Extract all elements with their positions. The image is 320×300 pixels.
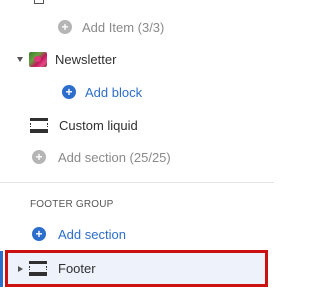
block-icon	[34, 0, 44, 4]
section-newsletter[interactable]: Newsletter	[17, 46, 116, 72]
section-footer[interactable]: Footer	[5, 250, 268, 287]
add-section-label: Add section	[58, 226, 126, 242]
plus-circle-icon: +	[32, 227, 46, 241]
section-custom-liquid-label: Custom liquid	[59, 117, 138, 133]
add-item-label: Add Item (3/3)	[82, 19, 165, 35]
add-section-button-template[interactable]: + Add section (25/25)	[32, 144, 171, 170]
add-section-button-footer-group[interactable]: + Add section	[32, 221, 126, 247]
add-item-button[interactable]: + Add Item (3/3)	[58, 14, 164, 40]
section-newsletter-label: Newsletter	[55, 51, 117, 67]
selected-accent	[0, 251, 3, 287]
section-block-icon	[29, 261, 47, 276]
plus-circle-icon: +	[58, 20, 72, 34]
collapse-caret-icon[interactable]	[17, 56, 23, 62]
plus-circle-icon: +	[62, 85, 76, 99]
divider	[0, 182, 274, 183]
image-thumbnail-icon	[29, 51, 47, 67]
footer-group-heading: FOOTER GROUP	[30, 199, 114, 210]
expand-caret-icon[interactable]	[18, 265, 23, 272]
section-footer-label: Footer	[58, 261, 96, 276]
section-block-icon	[30, 117, 48, 133]
add-block-label: Add block	[85, 84, 143, 100]
add-section-label: Add section (25/25)	[58, 149, 171, 165]
add-block-button[interactable]: + Add block	[62, 79, 142, 105]
theme-editor-sidebar: + Add Item (3/3) Newsletter + Add block …	[0, 0, 274, 300]
plus-circle-icon: +	[32, 150, 46, 164]
section-custom-liquid[interactable]: Custom liquid	[30, 112, 138, 138]
